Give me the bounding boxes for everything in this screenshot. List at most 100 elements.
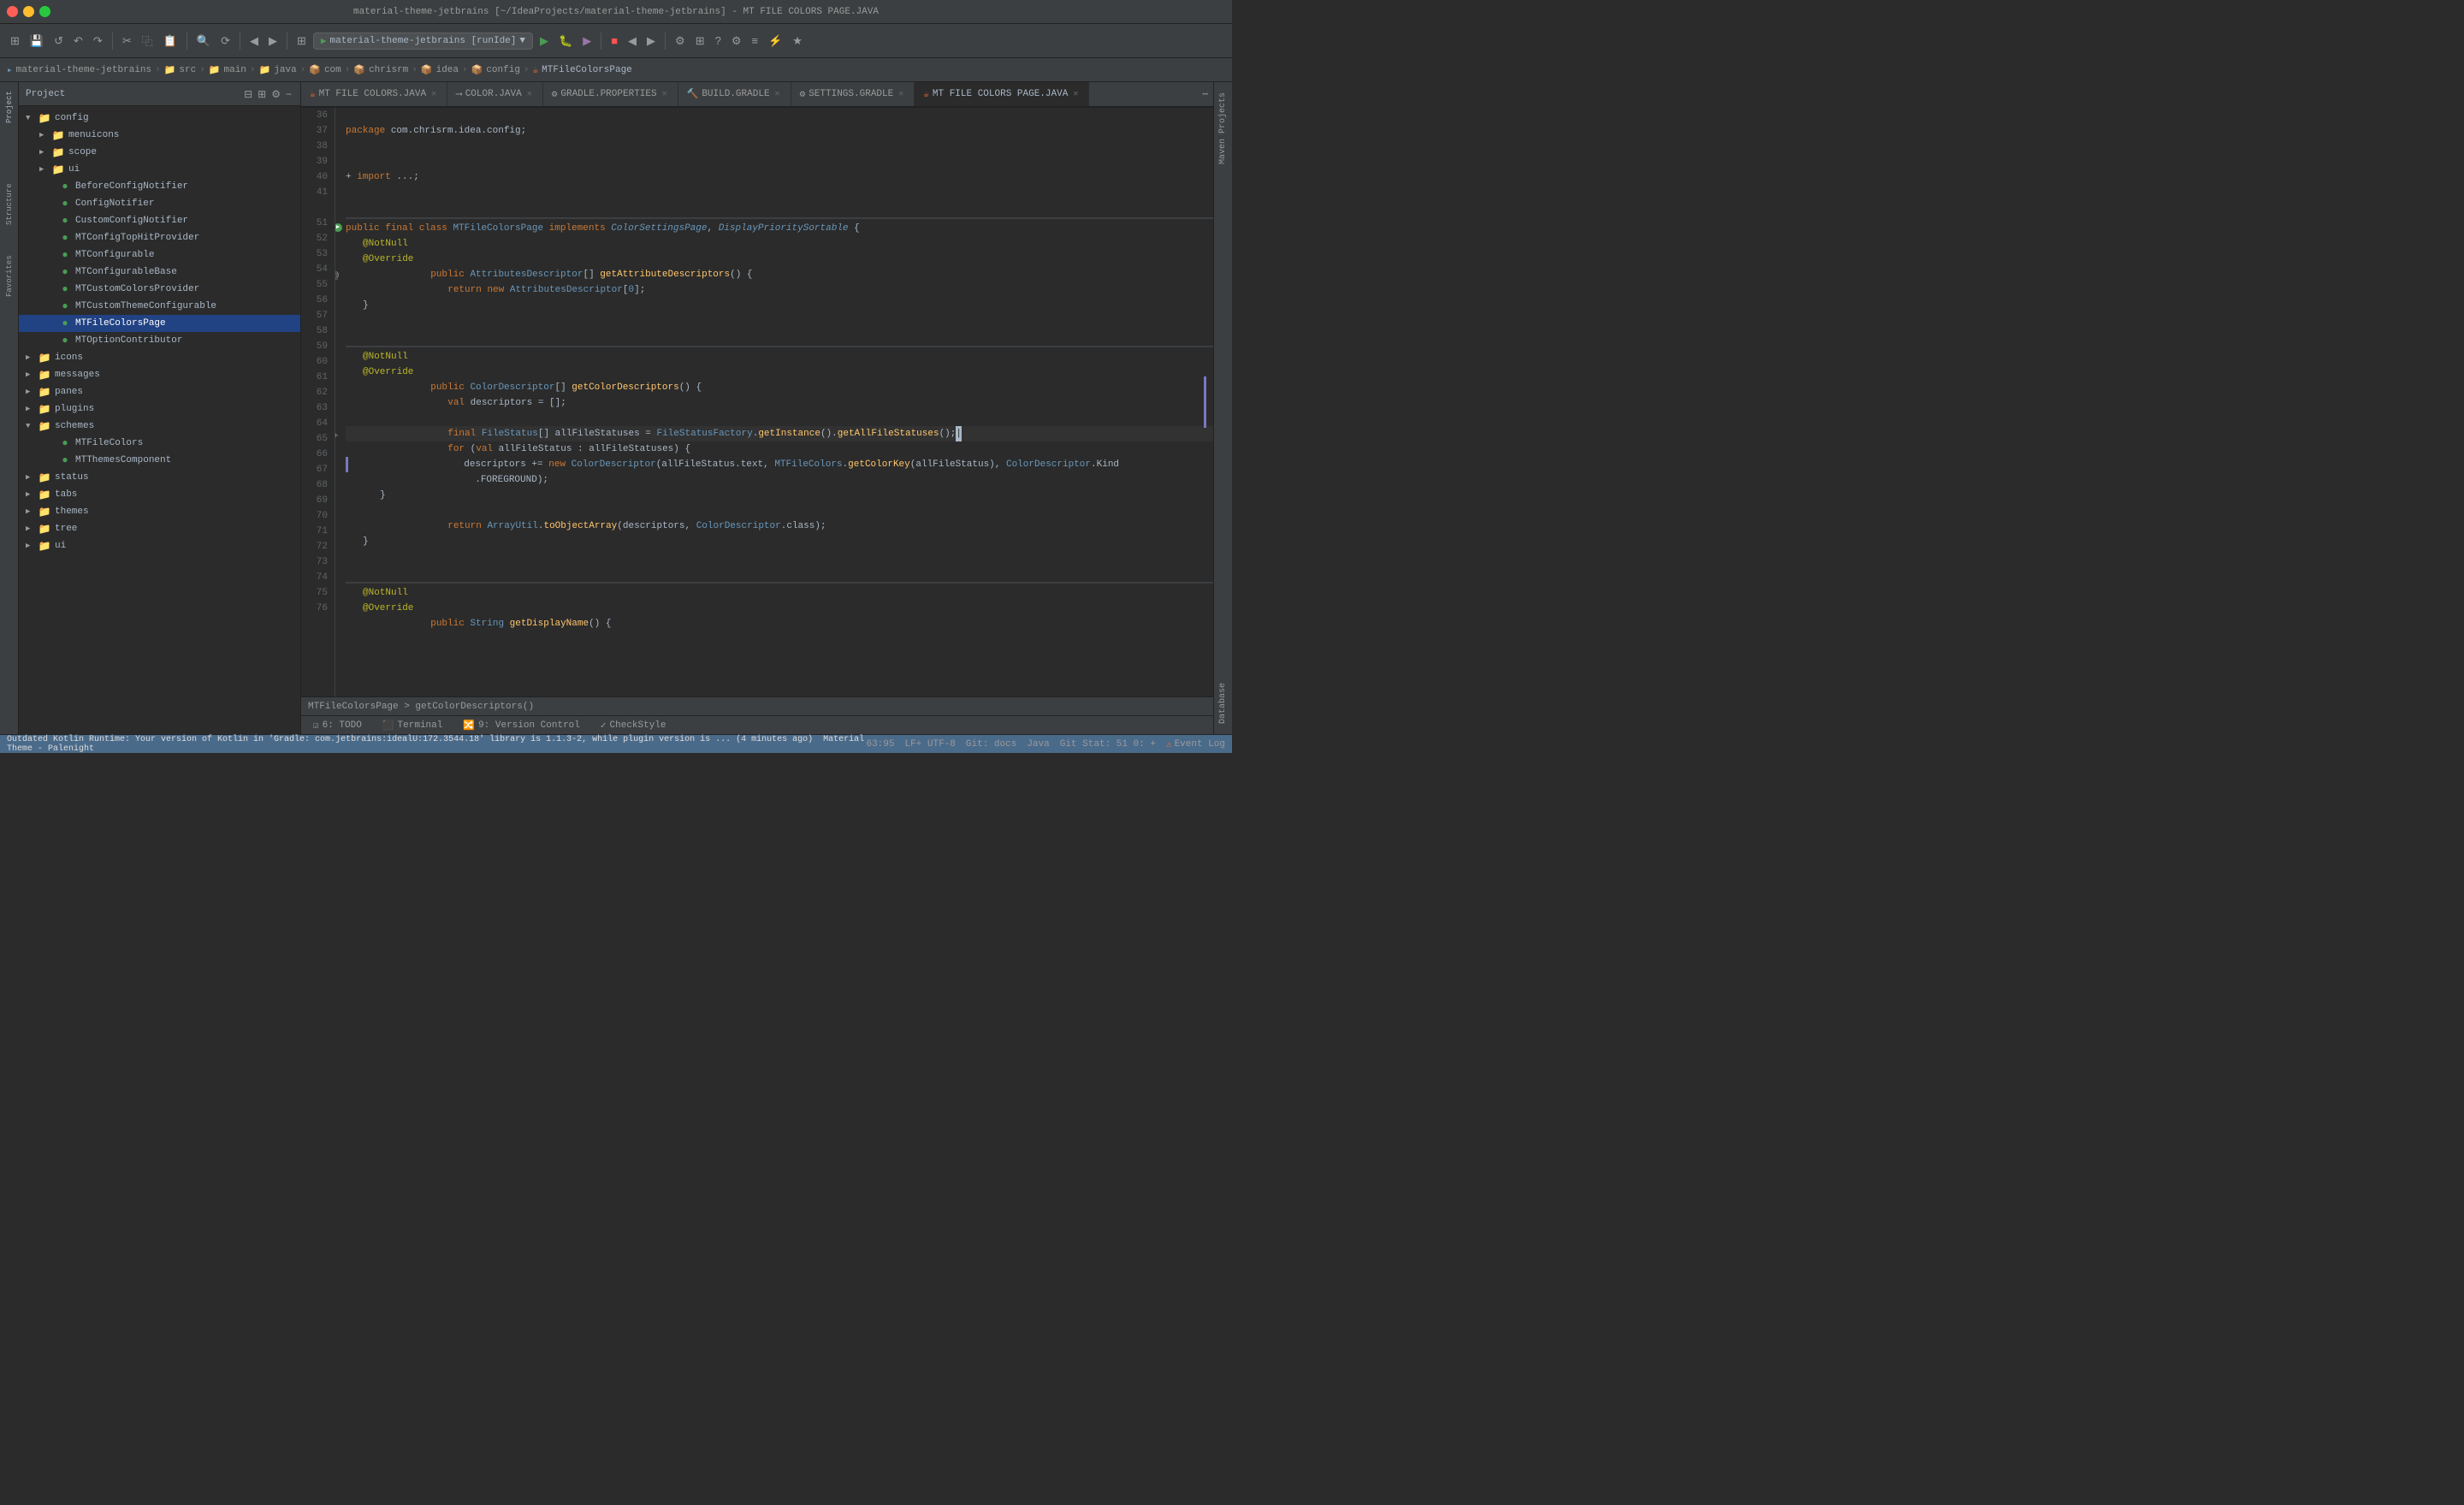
bc-idea[interactable]: 📦 idea — [421, 64, 459, 76]
lang-indicator[interactable]: Java — [1027, 738, 1049, 750]
tree-messages[interactable]: ▶ 📁 messages — [19, 366, 300, 383]
paste-btn[interactable]: 📋 — [160, 32, 181, 50]
find-btn[interactable]: 🔍 — [193, 32, 214, 50]
tab-settings-gradle-close[interactable]: ✕ — [897, 88, 905, 100]
cut-btn[interactable]: ✂ — [119, 32, 135, 50]
git-indicator[interactable]: Git: docs — [966, 738, 1016, 750]
event-log-btn[interactable]: ⚠ Event Log — [1166, 738, 1225, 750]
tree-ui-config[interactable]: ▶ 📁 ui — [19, 161, 300, 178]
window-controls[interactable] — [7, 6, 50, 17]
tree-config-notifier[interactable]: ▶ ● ConfigNotifier — [19, 195, 300, 212]
checkstyle-tab[interactable]: ✓ CheckStyle — [595, 718, 672, 733]
help-btn[interactable]: ? — [712, 32, 725, 50]
debug-btn[interactable]: 🐛 — [555, 32, 576, 50]
project-tool-icon[interactable]: Project — [0, 86, 19, 128]
extra2-btn[interactable]: ≡ — [749, 32, 762, 50]
bc-config[interactable]: 📦 config — [471, 64, 520, 76]
coverage-btn[interactable]: ▶ — [579, 32, 595, 50]
save-btn[interactable]: 💾 — [27, 32, 47, 50]
tree-mt-themes-component[interactable]: ▶ ● MTThemesComponent — [19, 452, 300, 469]
bc-com[interactable]: 📦 com — [309, 64, 341, 76]
undo-btn[interactable]: ↶ — [70, 32, 86, 50]
tree-status[interactable]: ▶ 📁 status — [19, 469, 300, 486]
bc-project[interactable]: ▸ material-theme-jetbrains — [7, 64, 151, 76]
maven-projects-label[interactable]: Maven Projects — [1216, 86, 1230, 171]
tree-tree[interactable]: ▶ 📁 tree — [19, 520, 300, 537]
bc-main[interactable]: 📁 main — [209, 64, 246, 76]
stop-btn[interactable]: ■ — [607, 32, 621, 50]
redo-btn[interactable]: ↷ — [90, 32, 106, 50]
tab-build-gradle-close[interactable]: ✕ — [773, 88, 782, 100]
tabs-more-btn[interactable]: ⋯ — [1197, 88, 1213, 100]
tree-mt-custom-theme-configurable[interactable]: ▶ ● MTCustomThemeConfigurable — [19, 298, 300, 315]
run-btn[interactable]: ▶ — [536, 32, 552, 50]
tab-settings-gradle[interactable]: ⚙ SETTINGS.GRADLE ✕ — [791, 82, 915, 106]
tree-mt-custom-colors-provider[interactable]: ▶ ● MTCustomColorsProvider — [19, 281, 300, 298]
close-button[interactable] — [7, 6, 18, 17]
maximize-button[interactable] — [39, 6, 50, 17]
tree-scope[interactable]: ▶ 📁 scope — [19, 144, 300, 161]
replace-btn[interactable]: ⟳ — [217, 32, 234, 50]
tab-mt-file-colors-page[interactable]: ☕ MT FILE COLORS PAGE.JAVA ✕ — [915, 82, 1089, 106]
tab-build-gradle[interactable]: 🔨 BUILD.GRADLE ✕ — [678, 82, 791, 106]
tree-icons[interactable]: ▶ 📁 icons — [19, 349, 300, 366]
copy-btn[interactable]: ⿻ — [139, 30, 157, 51]
position-indicator[interactable]: 63:95 — [866, 738, 894, 750]
tab-mt-file-colors-page-close[interactable]: ✕ — [1071, 88, 1080, 100]
todo-tab[interactable]: ☑ 6: TODO — [308, 718, 367, 733]
favorites-tool-icon[interactable]: Favorites — [0, 255, 19, 298]
tree-menuicons[interactable]: ▶ 📁 menuicons — [19, 127, 300, 144]
nav2-back-btn[interactable]: ◀ — [625, 32, 640, 50]
tree-before-config-notifier[interactable]: ▶ ● BeforeConfigNotifier — [19, 178, 300, 195]
tab-color-java[interactable]: ⟶ COLOR.JAVA ✕ — [447, 82, 543, 106]
bc-java[interactable]: 📁 java — [259, 64, 297, 76]
bc-chrisrm[interactable]: 📦 chrisrm — [353, 64, 408, 76]
grid-btn[interactable]: ⊞ — [692, 32, 708, 50]
minimize-button[interactable] — [23, 6, 34, 17]
tree-mt-file-colors-page[interactable]: ▶ ● MTFileColorsPage — [19, 315, 300, 332]
tree-mt-option-contributor[interactable]: ▶ ● MTOptionContributor — [19, 332, 300, 349]
collapse-all-btn[interactable]: ⊟ — [242, 86, 254, 102]
nav-fwd-btn[interactable]: ▶ — [265, 32, 281, 50]
nav-back-btn[interactable]: ◀ — [246, 32, 262, 50]
tab-gradle-properties-close[interactable]: ✕ — [660, 88, 669, 100]
tree-schemes[interactable]: ▼ 📁 schemes — [19, 418, 300, 435]
code-content[interactable]: package com.chrisrm.idea.config; + impor… — [335, 108, 1213, 696]
tree-panes[interactable]: ▶ 📁 panes — [19, 383, 300, 400]
scroll-from-source-btn[interactable]: ⊞ — [256, 86, 268, 102]
tree-mt-file-colors[interactable]: ▶ ● MTFileColors — [19, 435, 300, 452]
settings-btn[interactable]: ⚙ — [672, 32, 689, 50]
nav2-fwd-btn[interactable]: ▶ — [643, 32, 659, 50]
encoding-indicator[interactable]: LF+ UTF-8 — [904, 738, 955, 750]
settings-tree-btn[interactable]: ⚙ — [270, 86, 282, 102]
project-icon[interactable]: ⊞ — [7, 32, 23, 50]
tree-mt-configurable-base[interactable]: ▶ ● MTConfigurableBase — [19, 264, 300, 281]
tree-tabs[interactable]: ▶ 📁 tabs — [19, 486, 300, 503]
tree-mt-config-top-hit[interactable]: ▶ ● MTConfigTopHitProvider — [19, 229, 300, 246]
extra4-btn[interactable]: ★ — [789, 32, 806, 50]
sync-btn[interactable]: ↺ — [50, 32, 67, 50]
tree-themes[interactable]: ▶ 📁 themes — [19, 503, 300, 520]
tree-plugins[interactable]: ▶ 📁 plugins — [19, 400, 300, 418]
tab-gradle-properties[interactable]: ⚙ GRADLE.PROPERTIES ✕ — [543, 82, 678, 106]
tree-ui-root[interactable]: ▶ 📁 ui — [19, 537, 300, 554]
terminal-tab[interactable]: ⬛ Terminal — [377, 718, 448, 733]
run-config[interactable]: ▶ material-theme-jetbrains [runIde] ▼ — [313, 33, 533, 50]
bc-file[interactable]: ☕ MTFileColorsPage — [533, 64, 632, 76]
extra1-btn[interactable]: ⚙ — [728, 32, 745, 50]
git-stat-indicator[interactable]: Git Stat: 51 0: + — [1060, 738, 1156, 750]
tree-config[interactable]: ▼ 📁 config — [19, 110, 300, 127]
vcs-tab[interactable]: 🔀 9: Version Control — [458, 718, 585, 733]
build-btn[interactable]: ⊞ — [293, 32, 310, 50]
file-tree[interactable]: ▼ 📁 config ▶ 📁 menuicons ▶ 📁 scope ▶ 📁 u… — [19, 106, 300, 734]
tab-color-java-close[interactable]: ✕ — [525, 88, 534, 100]
database-label[interactable]: Database — [1216, 676, 1230, 731]
tree-custom-config-notifier[interactable]: ▶ ● CustomConfigNotifier — [19, 212, 300, 229]
tab-mt-file-colors[interactable]: ☕ MT FILE COLORS.JAVA ✕ — [301, 82, 447, 106]
tree-mt-configurable[interactable]: ▶ ● MTConfigurable — [19, 246, 300, 264]
structure-tool-icon[interactable]: Structure — [0, 183, 19, 226]
tab-mt-file-colors-close[interactable]: ✕ — [429, 88, 438, 100]
extra3-btn[interactable]: ⚡ — [765, 32, 785, 50]
bc-src[interactable]: 📁 src — [164, 64, 197, 76]
minimize-panel-btn[interactable]: − — [284, 86, 293, 102]
